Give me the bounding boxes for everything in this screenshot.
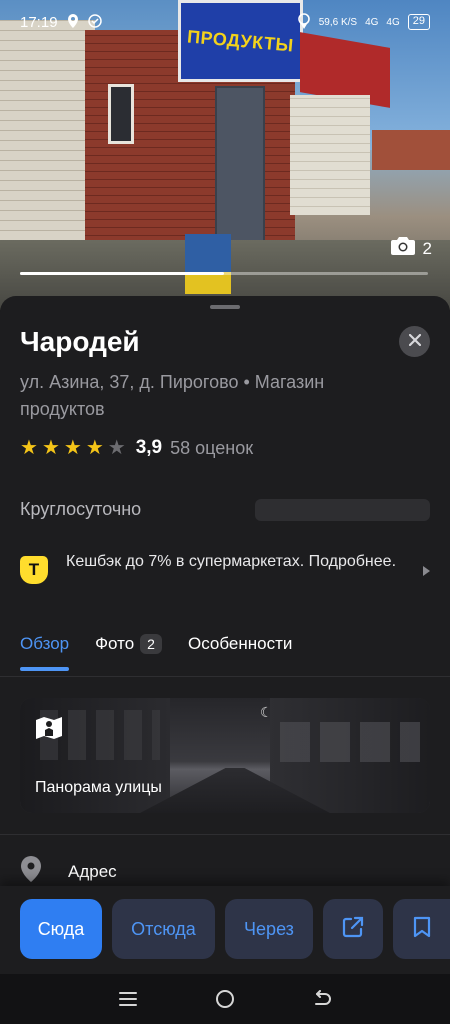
rating-row[interactable]: ★ ★ ★ ★ ★ 3,9 58 оценок: [20, 437, 253, 459]
tab-label: Особенности: [187, 634, 293, 653]
street-panorama-card[interactable]: ☾ Панорама улицы: [20, 698, 430, 813]
star-filled-icon: ★: [85, 437, 104, 459]
tab-bar: Обзор Фото 2 Особенности: [20, 630, 292, 671]
tabs-divider: [0, 676, 450, 677]
photo-progress: [20, 272, 428, 275]
location-pin-icon: [20, 856, 42, 887]
menu-nav-button[interactable]: [113, 984, 143, 1014]
action-bar: Сюда Отсюда Через: [0, 886, 450, 974]
network-speed: 59,6 K/S: [318, 16, 358, 28]
rating-count: 58 оценок: [170, 437, 254, 458]
chevron-right-icon: [423, 566, 430, 576]
route-to-here-button[interactable]: Сюда: [20, 899, 102, 959]
place-card: Чародей ул. Азина, 37, д. Пирогово • Маг…: [0, 296, 450, 976]
address-label: Адрес: [68, 861, 117, 881]
photo-door: [215, 86, 265, 251]
tab-label: Фото: [95, 634, 135, 653]
status-bar: 17:19 59,6 K/S 4G 4G 29: [0, 0, 450, 44]
tab-label: Обзор: [20, 634, 70, 653]
close-button[interactable]: [399, 326, 430, 357]
hours-placeholder-bar: [255, 499, 430, 521]
close-icon: [408, 333, 421, 351]
rating-stars: ★ ★ ★ ★ ★: [20, 437, 126, 459]
place-subtitle: ул. Азина, 37, д. Пирогово • Магазин про…: [20, 372, 325, 419]
panorama-label: Панорама улицы: [35, 779, 162, 796]
rating-value: 3,9: [135, 437, 163, 458]
promo-badge: Т: [28, 560, 40, 579]
photo-fence: [372, 130, 450, 170]
panorama-icon: [34, 714, 64, 742]
promo-text: Кешбэк до 7% в супермаркетах. Подробнее.: [66, 553, 397, 570]
share-icon: [342, 916, 364, 943]
working-hours: Круглосуточно: [20, 499, 142, 519]
home-nav-button[interactable]: [210, 984, 240, 1014]
menu-icon: [119, 992, 138, 1006]
photo-count: 2: [422, 238, 432, 258]
tbank-logo-icon: Т: [20, 556, 48, 584]
system-nav-bar: [0, 974, 450, 1024]
back-nav-button[interactable]: [307, 984, 337, 1014]
moon-icon: ☾: [260, 704, 273, 720]
photo-window: [108, 84, 134, 144]
photo-counter[interactable]: 2: [390, 236, 432, 261]
bookmark-button[interactable]: [393, 899, 450, 959]
tab-badge: 2: [140, 634, 162, 654]
signal-1: 4G: [365, 16, 379, 28]
star-filled-icon: ★: [41, 437, 60, 459]
place-photo[interactable]: ПРОДУКТЫ 17:19 59,6 K/S 4G 4G 29 2: [0, 0, 450, 310]
bookmark-icon: [413, 916, 431, 943]
cashback-promo[interactable]: Т Кешбэк до 7% в супермаркетах. Подробне…: [20, 552, 430, 592]
section-divider: [0, 834, 450, 835]
check-status-icon: [87, 13, 102, 31]
status-time: 17:19: [20, 13, 58, 31]
status-right: 59,6 K/S 4G 4G 29: [297, 12, 430, 32]
back-icon: [314, 990, 331, 1005]
address-row[interactable]: Адрес: [20, 856, 117, 887]
star-filled-icon: ★: [20, 437, 38, 459]
battery-indicator: 29: [407, 14, 430, 30]
route-from-here-button[interactable]: Отсюда: [112, 899, 215, 959]
share-button[interactable]: [323, 899, 383, 959]
tab-overview[interactable]: Обзор: [20, 630, 70, 671]
star-empty-icon: ★: [107, 437, 126, 459]
drag-handle[interactable]: [210, 305, 240, 309]
tab-features[interactable]: Особенности: [188, 630, 292, 658]
photo-trash-bin: [185, 234, 231, 294]
place-title: Чародей: [20, 326, 140, 357]
location-status-icon: [67, 13, 78, 31]
signal-2: 4G: [386, 16, 400, 28]
camera-icon: [390, 236, 415, 261]
home-circle-icon: [215, 990, 234, 1008]
photo-wall-right: [290, 95, 370, 215]
route-via-button[interactable]: Через: [225, 899, 313, 959]
location-pin-status-icon: [297, 12, 311, 32]
tab-photos[interactable]: Фото 2: [95, 630, 162, 658]
photo-progress-fill: [20, 272, 224, 275]
star-filled-icon: ★: [63, 437, 82, 459]
